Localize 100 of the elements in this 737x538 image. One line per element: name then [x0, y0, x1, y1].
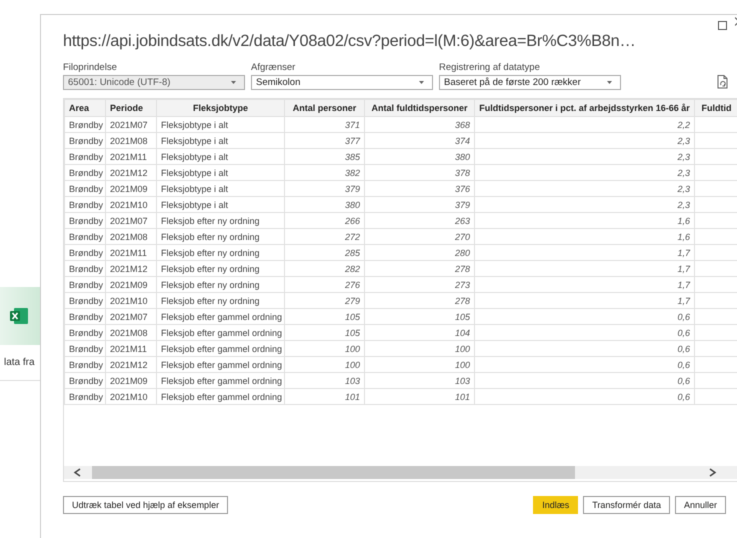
column-header[interactable]: Antal personer: [284, 100, 364, 116]
table-cell: 2,2: [474, 116, 694, 132]
table-cell: 2021M12: [106, 164, 156, 180]
table-cell: 380: [364, 148, 474, 164]
table-cell: 2021M12: [106, 260, 156, 276]
table-cell: Fleksjob efter gammel ordning: [156, 324, 284, 340]
caret-icon: [607, 81, 612, 84]
table-cell: 2,3: [474, 164, 694, 180]
field-label: Filoprindelse: [63, 62, 118, 73]
table-cell: 100: [284, 340, 364, 356]
dialog-button[interactable]: Transformér data: [583, 496, 670, 514]
app-tile[interactable]: [0, 287, 40, 345]
table-cell: 0,6: [474, 340, 694, 356]
table-cell: 379: [364, 196, 474, 212]
table-cell: 1,7: [474, 244, 694, 260]
table-cell: 1,6: [474, 212, 694, 228]
table-cell: 1,7: [474, 292, 694, 308]
column-header[interactable]: Area: [64, 100, 106, 116]
table-cell: 2021M10: [106, 196, 156, 212]
table-cell: Brøndby: [64, 372, 106, 388]
table-cell: 2021M07: [106, 212, 156, 228]
table-cell: 101: [284, 388, 364, 404]
table-cell: 2021M08: [106, 324, 156, 340]
table-cell: Brøndby: [64, 292, 106, 308]
maximize-icon[interactable]: [718, 21, 727, 30]
table-cell: Fleksjob efter ny ordning: [156, 260, 284, 276]
table-cell: 376: [364, 180, 474, 196]
table-cell: 266: [284, 212, 364, 228]
table-cell: Brøndby: [64, 132, 106, 148]
column-header[interactable]: Fuldtidspersoner i pct. af arbejdsstyrken 16-66 år: [474, 100, 694, 116]
table-cell: 0,6: [474, 356, 694, 372]
table-cell: Fleksjobtype i alt: [156, 148, 284, 164]
dropdown[interactable]: Baseret på de første 200 rækker: [439, 75, 621, 90]
table-cell: Fleksjob efter gammel ordning: [156, 308, 284, 324]
table-cell: 103: [284, 372, 364, 388]
table-cell: 2021M08: [106, 228, 156, 244]
table-cell: 282: [284, 260, 364, 276]
table-cell: Fleksjob efter ny ordning: [156, 292, 284, 308]
table-cell: 1,7: [474, 276, 694, 292]
table-cell: 103: [364, 372, 474, 388]
table-cell: 270: [364, 228, 474, 244]
table-cell: Fleksjob efter gammel ordning: [156, 388, 284, 404]
background-text: lata fra: [3, 357, 36, 368]
table-cell: 100: [364, 340, 474, 356]
table-cell: 2021M11: [106, 340, 156, 356]
table-cell: 382: [284, 164, 364, 180]
table-cell: 101: [364, 388, 474, 404]
table-cell: 378: [364, 164, 474, 180]
load-button[interactable]: Indlæs: [533, 496, 578, 514]
table-cell: Brøndby: [64, 388, 106, 404]
table-cell: 2021M09: [106, 372, 156, 388]
table-cell: Fleksjob efter gammel ordning: [156, 372, 284, 388]
table-cell: 100: [364, 356, 474, 372]
column-header[interactable]: Periode: [106, 100, 156, 116]
table-cell: 2021M07: [106, 308, 156, 324]
table-cell: Brøndby: [64, 228, 106, 244]
table-cell: 2021M07: [106, 116, 156, 132]
dropdown[interactable]: Semikolon: [251, 75, 433, 90]
table-cell: Fleksjob efter ny ordning: [156, 212, 284, 228]
table-cell: 278: [364, 292, 474, 308]
table-cell: Brøndby: [64, 116, 106, 132]
table-cell: 2021M08: [106, 132, 156, 148]
table-cell: Brøndby: [64, 276, 106, 292]
table-cell: 2,3: [474, 180, 694, 196]
table-cell: 2,3: [474, 148, 694, 164]
table-cell: Fleksjob efter ny ordning: [156, 228, 284, 244]
field-label: Afgrænser: [251, 62, 296, 73]
table-cell: Brøndby: [64, 356, 106, 372]
table-cell: Fleksjobtype i alt: [156, 132, 284, 148]
table-cell: 2021M09: [106, 276, 156, 292]
table-cell: Fleksjobtype i alt: [156, 180, 284, 196]
table-cell: 276: [284, 276, 364, 292]
table-cell: 0,6: [474, 308, 694, 324]
spreadsheet-icon: [10, 308, 28, 324]
table-cell: 285: [284, 244, 364, 260]
horizontal-scrollbar[interactable]: [64, 466, 737, 479]
table-cell: Fleksjob efter ny ordning: [156, 276, 284, 292]
table-cell: 1,7: [474, 260, 694, 276]
table-cell: 371: [284, 116, 364, 132]
table-cell: 377: [284, 132, 364, 148]
table-cell: Brøndby: [64, 324, 106, 340]
table-cell: Brøndby: [64, 260, 106, 276]
table-cell: 385: [284, 148, 364, 164]
caret-icon: [419, 81, 424, 84]
refresh-document-icon[interactable]: [717, 75, 729, 89]
table-cell: Brøndby: [64, 244, 106, 260]
dialog-button[interactable]: Udtræk tabel ved hjælp af eksempler: [63, 496, 228, 514]
table-cell: 2021M11: [106, 148, 156, 164]
table-cell: 2021M12: [106, 356, 156, 372]
table-cell: 2021M10: [106, 292, 156, 308]
table-cell: 0,6: [474, 372, 694, 388]
column-header[interactable]: Fuldtid: [694, 100, 737, 116]
column-header[interactable]: Fleksjobtype: [156, 100, 284, 116]
field-label: Registrering af datatype: [439, 62, 541, 73]
table-cell: 1,6: [474, 228, 694, 244]
table-cell: 105: [284, 324, 364, 340]
column-header[interactable]: Antal fuldtidspersoner: [364, 100, 474, 116]
table-cell: Brøndby: [64, 196, 106, 212]
table-cell: 100: [284, 356, 364, 372]
dialog-button[interactable]: Annuller: [674, 496, 726, 514]
